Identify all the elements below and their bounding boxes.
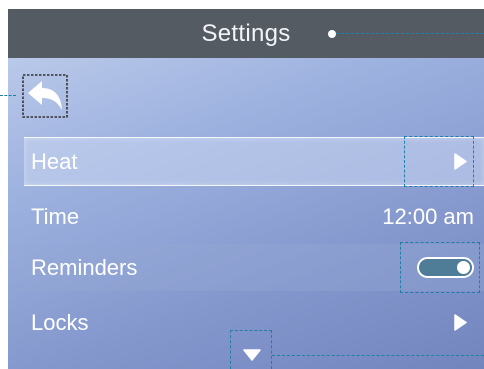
chevron-right-icon [454, 314, 467, 331]
callout-line-back [0, 95, 16, 96]
callout-dot-title [328, 30, 336, 38]
callout-box-toggle [400, 242, 480, 293]
row-label-locks: Locks [31, 310, 89, 335]
callout-line-title [336, 33, 484, 34]
callout-box-heat-chevron [404, 136, 474, 187]
row-label-reminders: Reminders [31, 255, 138, 280]
settings-screen: Settings Heat Time 12:00 am Reminders Lo… [8, 9, 484, 369]
callout-box-scroll [230, 330, 272, 369]
time-value: 12:00 am [382, 204, 474, 229]
back-arrow-icon [22, 74, 68, 118]
row-label-time: Time [31, 204, 80, 229]
row-label-heat: Heat [31, 149, 78, 174]
back-button[interactable] [22, 74, 68, 118]
settings-row-time[interactable]: Time 12:00 am [24, 193, 484, 240]
callout-line-scroll [272, 355, 484, 356]
